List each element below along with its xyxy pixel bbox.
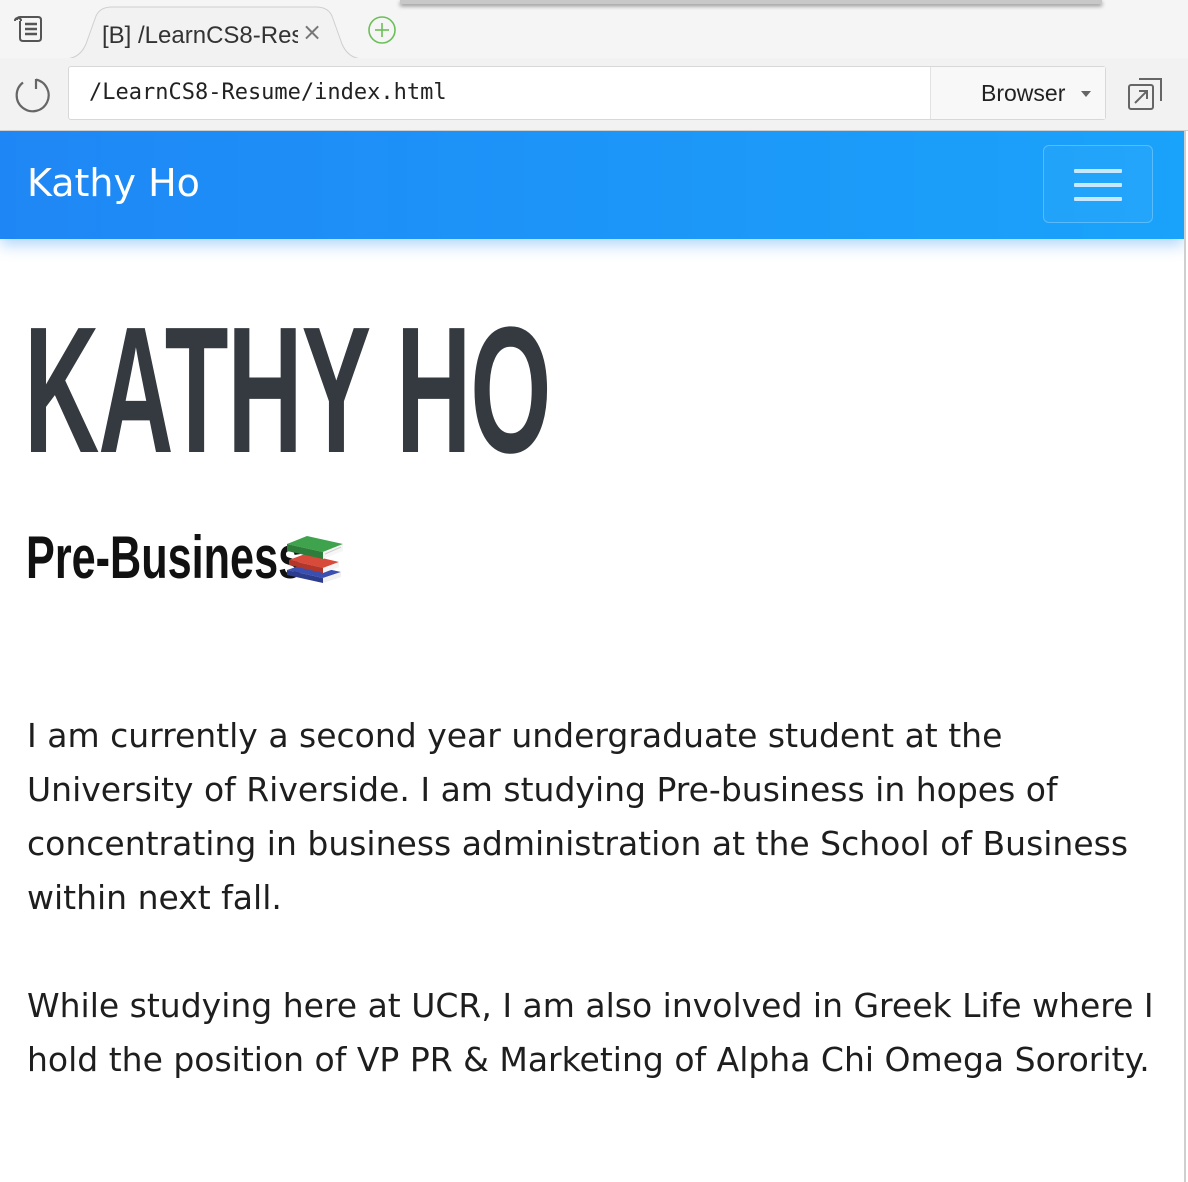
navbar-brand[interactable]: Kathy Ho (27, 161, 200, 205)
url-text[interactable]: /LearnCS8-Resume/index.html (89, 80, 447, 105)
view-mode-label: Browser (981, 80, 1066, 106)
chevron-down-icon (1081, 91, 1091, 97)
page-subtitle: Pre-Business (26, 524, 303, 591)
tab-title: [B] /LearnCS8-Resume/index.html (102, 22, 298, 49)
menu-icon[interactable] (14, 16, 44, 42)
popout-window-icon[interactable] (1126, 76, 1164, 112)
books-icon (287, 536, 343, 583)
browser-tab[interactable]: [B] /LearnCS8-Resume/index.html × (66, 6, 362, 59)
tab-close-icon[interactable]: × (302, 20, 322, 44)
window-edge-shadow (400, 0, 1102, 4)
navbar-toggle-button[interactable] (1043, 145, 1153, 223)
browser-tab-bar: [B] /LearnCS8-Resume/index.html × (0, 0, 1188, 59)
view-mode-select[interactable]: Browser (930, 67, 1105, 119)
page-title: Kathy Ho (24, 290, 551, 491)
site-navbar: Kathy Ho (0, 131, 1184, 239)
involvement-paragraph: While studying here at UCR, I am also in… (27, 986, 1154, 1079)
address-bar: /LearnCS8-Resume/index.html Browser (0, 58, 1188, 131)
reload-icon[interactable] (12, 75, 52, 115)
new-tab-icon[interactable] (367, 15, 397, 45)
hamburger-icon (1074, 197, 1122, 201)
hamburger-icon (1074, 169, 1122, 173)
page-viewport: Kathy Ho Kathy Ho Pre-Business I am curr… (0, 131, 1186, 1182)
hamburger-icon (1074, 183, 1122, 187)
intro-paragraph: I am currently a second year undergradua… (27, 716, 1129, 917)
url-field[interactable]: /LearnCS8-Resume/index.html Browser (68, 66, 1106, 120)
